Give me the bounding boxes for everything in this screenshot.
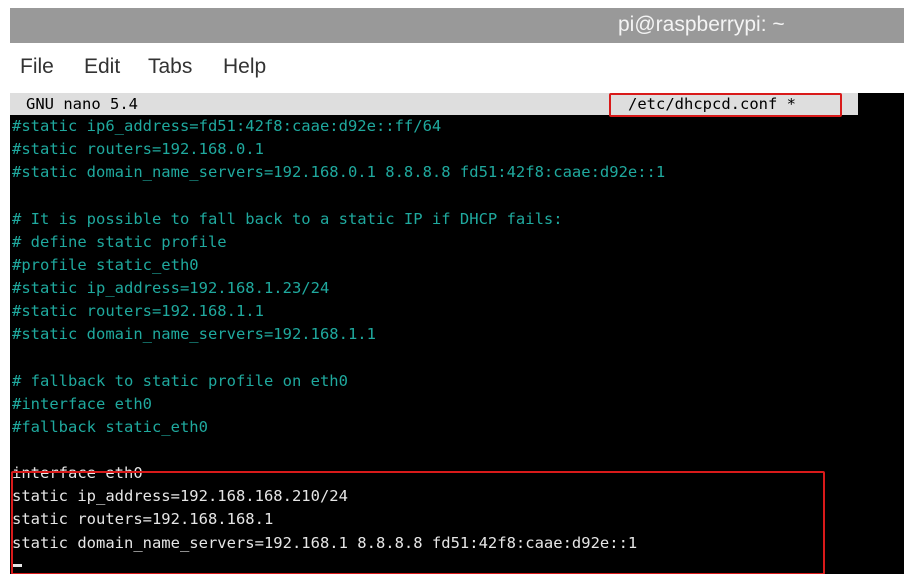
config-line: #static ip_address=192.168.1.23/24: [12, 278, 330, 297]
menu-file[interactable]: File: [20, 54, 54, 80]
config-line: #static domain_name_servers=192.168.0.1 …: [12, 163, 666, 182]
menu-help[interactable]: Help: [223, 54, 266, 80]
editor-buffer[interactable]: #static ip6_address=fd51:42f8:caae:d92e:…: [12, 115, 902, 555]
config-line: #profile static_eth0: [12, 255, 199, 274]
nano-filename: /etc/dhcpcd.conf *: [628, 95, 796, 113]
menu-edit[interactable]: Edit: [84, 54, 120, 80]
config-line: # It is possible to fall back to a stati…: [12, 209, 563, 228]
nano-header-bar: GNU nano 5.4 /etc/dhcpcd.conf *: [10, 93, 858, 117]
config-line: #static ip6_address=fd51:42f8:caae:d92e:…: [12, 117, 442, 135]
config-line: #static routers=192.168.1.1: [12, 302, 264, 321]
config-line: static ip_address=192.168.168.210/24: [12, 487, 348, 506]
menu-tabs[interactable]: Tabs: [148, 54, 192, 80]
terminal-area[interactable]: GNU nano 5.4 /etc/dhcpcd.conf * #static …: [10, 93, 904, 574]
config-line: [12, 346, 902, 369]
config-line: interface eth0: [12, 464, 143, 483]
terminal-window: pi@raspberrypi: ~ File Edit Tabs Help GN…: [0, 0, 904, 574]
config-line: #static routers=192.168.0.1: [12, 140, 264, 159]
config-line: static domain_name_servers=192.168.1 8.8…: [12, 533, 638, 552]
config-line: [12, 439, 902, 462]
config-line: [12, 184, 902, 207]
config-line: #static domain_name_servers=192.168.1.1: [12, 325, 376, 344]
title-bar[interactable]: pi@raspberrypi: ~: [10, 8, 904, 43]
config-line: #interface eth0: [12, 394, 152, 413]
config-line: static routers=192.168.168.1: [12, 510, 274, 529]
config-line: # fallback to static profile on eth0: [12, 371, 348, 390]
config-line: # define static profile: [12, 232, 227, 251]
text-cursor: [13, 564, 22, 567]
menu-bar: File Edit Tabs Help: [10, 43, 904, 93]
window-title: pi@raspberrypi: ~: [618, 13, 785, 36]
nano-version: GNU nano 5.4: [26, 95, 138, 113]
config-line: #fallback static_eth0: [12, 417, 208, 436]
